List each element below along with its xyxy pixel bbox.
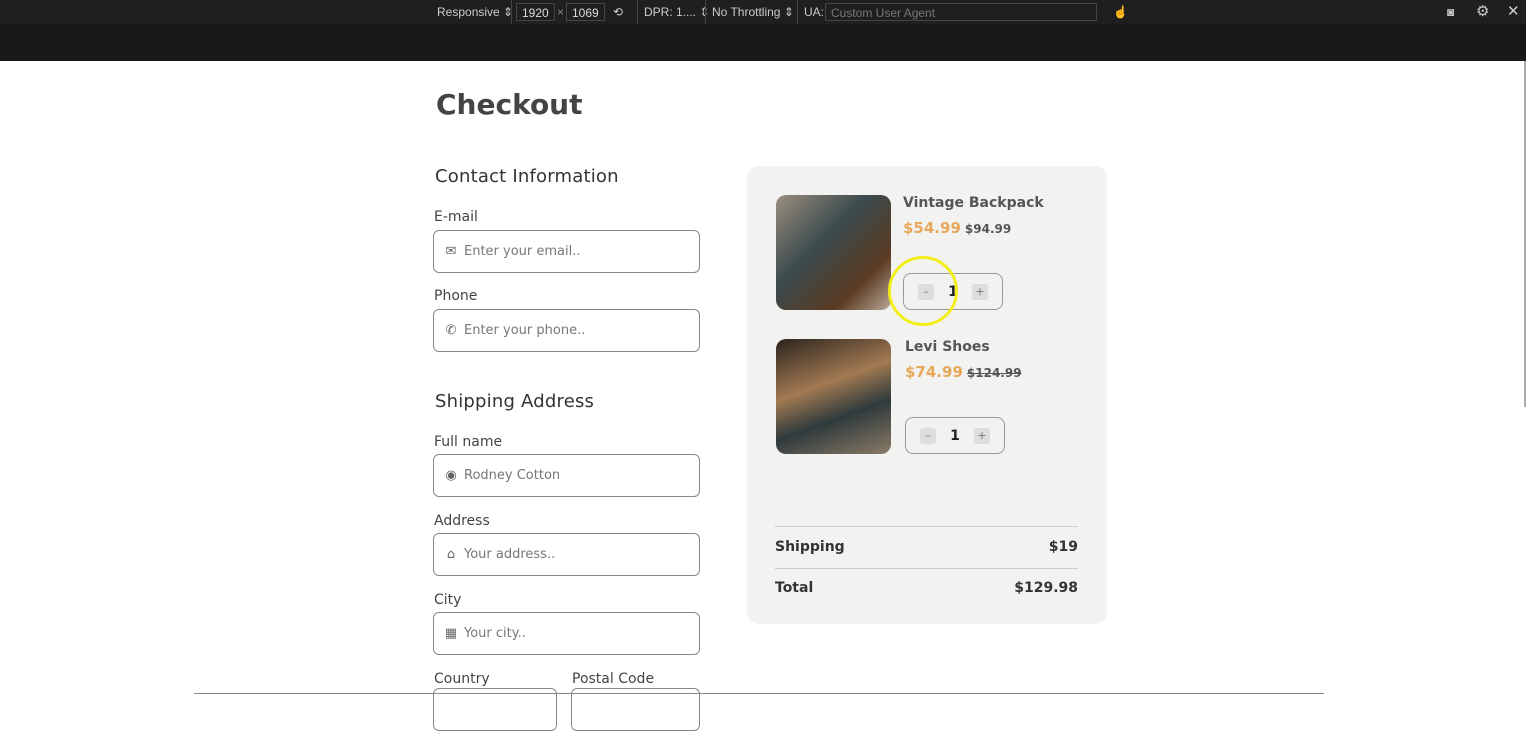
close-icon[interactable]: ✕ [1507,3,1520,21]
touch-icon[interactable]: ☝ [1113,3,1128,21]
address-label: Address [434,513,490,529]
country-label: Country [434,671,490,687]
phone-field[interactable]: ✆ [433,309,700,352]
sale-price: $54.99 [903,219,961,237]
viewport-edge [194,693,1324,694]
ua-label: UA: [804,5,825,19]
item-name: Levi Shoes [905,339,990,355]
device-select[interactable]: Responsive ⇕ [437,3,513,21]
devtools-toolbar: Responsive ⇕ 1920 × 1069 ⟲ DPR: 1.... ⇕ … [0,0,1526,24]
phone-label: Phone [434,288,478,304]
contact-heading: Contact Information [435,166,619,187]
sale-price: $74.99 [905,363,963,381]
devtools-spacer [0,24,1526,61]
quantity-stepper: –1 + [905,417,1005,454]
name-label: Full name [434,434,503,450]
original-price: $124.99 [966,366,1022,380]
item-price: $74.99 $124.99 [905,363,1022,381]
name-field[interactable]: ◉ [433,454,700,497]
email-field[interactable]: ✉ [433,230,700,273]
quantity-value: 1 [950,427,960,444]
divider [637,0,638,24]
divider [797,0,798,24]
home-icon: ⌂ [446,547,456,562]
original-price: $94.99 [964,222,1012,236]
shipping-row: Shipping $19 [775,539,1078,555]
total-label: Total [775,580,814,596]
user-icon: ◉ [445,468,457,483]
screenshot-icon[interactable]: ◙ [1447,3,1454,21]
address-input[interactable] [464,547,684,562]
item-name: Vintage Backpack [903,195,1044,211]
settings-icon[interactable]: ⚙ [1476,3,1489,21]
city-input[interactable] [464,626,684,641]
backpack-image [776,195,891,310]
total-value: $129.98 [1014,580,1078,596]
divider [705,0,706,24]
shipping-value: $19 [1048,539,1078,555]
divider [511,0,512,24]
throttling-select[interactable]: No Throttling ⇕ [712,3,794,21]
decrease-button[interactable]: – [920,427,936,444]
city-field[interactable]: ▦ [433,612,700,655]
address-field[interactable]: ⌂ [433,533,700,576]
mail-icon: ✉ [445,244,457,259]
total-row: Total $129.98 [775,580,1078,596]
increase-button[interactable]: + [974,427,990,444]
phone-icon: ✆ [445,323,457,338]
rotate-icon[interactable]: ⟲ [613,3,623,21]
postal-field[interactable] [571,688,700,731]
page-title: Checkout [436,88,583,121]
shipping-heading: Shipping Address [435,391,595,412]
postal-label: Postal Code [572,671,655,687]
divider [775,526,1078,527]
email-label: E-mail [434,209,478,225]
width-input[interactable]: 1920 [516,3,555,21]
times-sign: × [557,5,565,19]
shoes-image [776,339,891,454]
name-input[interactable] [464,468,684,483]
divider [775,568,1078,569]
shipping-label: Shipping [775,539,845,555]
phone-input[interactable] [464,323,684,338]
order-summary: Vintage Backpack $54.99 $94.99 –1 + Levi S… [747,166,1107,624]
building-icon: ▦ [444,626,458,641]
item-price: $54.99 $94.99 [903,219,1011,237]
device-label: Responsive [437,5,500,19]
cursor-highlight [888,256,958,326]
email-input[interactable] [464,244,684,259]
dpr-label: DPR: 1.... [644,5,697,19]
height-input[interactable]: 1069 [566,3,605,21]
increase-button[interactable]: + [972,283,988,300]
country-field[interactable] [433,688,557,731]
throttling-label: No Throttling [712,5,781,19]
dpr-select[interactable]: DPR: 1.... ⇕ [644,3,709,21]
user-agent-input[interactable]: Custom User Agent [825,3,1097,21]
city-label: City [434,592,462,608]
